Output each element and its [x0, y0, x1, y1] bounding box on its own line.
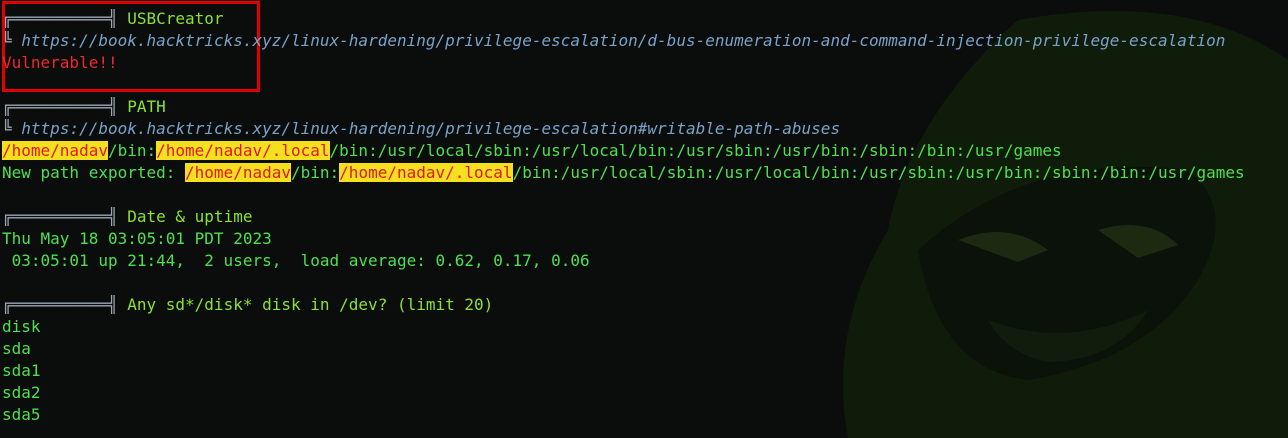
vulnerable-status: Vulnerable!! [2, 53, 118, 72]
highlighted-path-segment: /home/nadav [2, 141, 108, 160]
header-glyph: ╔══════════╣ [2, 97, 118, 116]
disk-item: sda1 [2, 361, 41, 380]
exported-path-prefix: New path exported: [2, 163, 186, 182]
section-header-disks: ╔══════════╣ Any sd*/disk* disk in /dev?… [2, 294, 493, 316]
highlighted-path-segment: /home/nadav/.local [339, 163, 513, 182]
terminal-output: ╔══════════╣ USBCreator ╚ https://book.h… [0, 0, 1288, 438]
section-header-date: ╔══════════╣ Date & uptime [2, 206, 252, 228]
path-segment: /bin:/usr/local/sbin:/usr/local/bin:/usr… [329, 141, 1062, 160]
disk-item: sda [2, 339, 31, 358]
reference-url: https://book.hacktricks.xyz/linux-harden… [21, 31, 1226, 50]
disk-item: disk [2, 317, 41, 336]
header-glyph: ╔══════════╣ [2, 207, 118, 226]
highlighted-path-segment: /home/nadav/.local [156, 141, 330, 160]
uptime-line: 03:05:01 up 21:44, 2 users, load average… [2, 251, 590, 270]
disk-item: sda5 [2, 405, 41, 424]
path-segment: /bin: [291, 163, 340, 182]
highlighted-path-segment: /home/nadav [185, 163, 291, 182]
section-title: PATH [127, 97, 166, 116]
section-url-usbcreator: ╚ https://book.hacktricks.xyz/linux-hard… [2, 30, 1225, 52]
exported-path-line: New path exported: /home/nadav/bin:/home… [2, 162, 1245, 184]
section-title: Any sd*/disk* disk in /dev? (limit 20) [127, 295, 494, 314]
section-url-path: ╚ https://book.hacktricks.xyz/linux-hard… [2, 118, 840, 140]
path-value-line: /home/nadav/bin:/home/nadav/.local/bin:/… [2, 140, 1062, 162]
section-title: Date & uptime [127, 207, 253, 226]
section-title: USBCreator [127, 9, 224, 28]
disk-item: sda2 [2, 383, 41, 402]
date-line: Thu May 18 03:05:01 PDT 2023 [2, 229, 272, 248]
url-corner-glyph: ╚ [2, 31, 12, 50]
header-glyph: ╔══════════╣ [2, 295, 118, 314]
header-glyph: ╔══════════╣ [2, 9, 118, 28]
hacker-mascot-watermark [843, 11, 1288, 438]
section-header-usbcreator: ╔══════════╣ USBCreator [2, 8, 224, 30]
path-segment: /bin: [107, 141, 157, 160]
section-header-path: ╔══════════╣ PATH [2, 96, 166, 118]
reference-url: https://book.hacktricks.xyz/linux-harden… [21, 119, 841, 138]
path-segment: /bin:/usr/local/sbin:/usr/local/bin:/usr… [512, 163, 1245, 182]
url-corner-glyph: ╚ [2, 119, 12, 138]
